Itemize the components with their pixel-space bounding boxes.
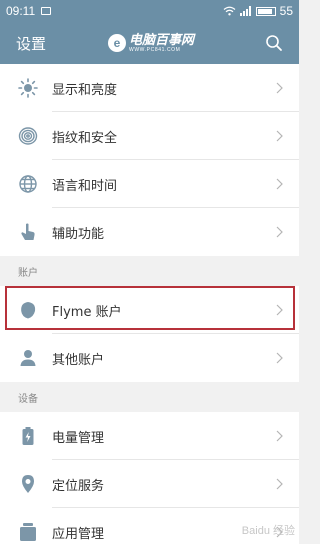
- logo-text: 电脑百事网: [129, 32, 195, 48]
- battery-level: 55: [279, 4, 293, 18]
- settings-item-flyme-account[interactable]: Flyme 账户: [0, 286, 299, 334]
- chevron-right-icon: [276, 226, 283, 238]
- settings-item-label: 应用管理: [52, 526, 105, 542]
- settings-item-label: 指纹和安全: [52, 130, 118, 146]
- battery-icon: [22, 427, 34, 445]
- chevron-right-icon: [276, 352, 283, 364]
- flyme-leaf-icon: [21, 302, 36, 319]
- chevron-right-icon: [276, 304, 283, 316]
- image-notification-icon: [41, 7, 52, 15]
- wifi-icon: [223, 6, 236, 16]
- chevron-right-icon: [276, 130, 283, 142]
- settings-item-label: 显示和亮度: [52, 82, 118, 98]
- chevron-right-icon: [276, 478, 283, 490]
- chevron-right-icon: [276, 178, 283, 190]
- signal-icon: [239, 6, 251, 16]
- settings-item-label: 电量管理: [52, 430, 105, 446]
- logo-mark: e: [108, 34, 126, 52]
- person-icon: [20, 350, 36, 366]
- brightness-icon: [18, 78, 38, 98]
- location-icon: [22, 475, 34, 493]
- settings-item-other-accounts[interactable]: 其他账户: [0, 334, 299, 382]
- battery-indicator-icon: [255, 6, 276, 16]
- settings-item-language[interactable]: 语言和时间: [0, 160, 299, 208]
- settings-item-location[interactable]: 定位服务: [0, 460, 299, 508]
- watermark: Baidu 经验: [241, 525, 295, 537]
- status-time: 09:11: [6, 4, 36, 18]
- settings-item-label: 语言和时间: [52, 178, 118, 194]
- section-title-accounts: 账户: [0, 256, 299, 286]
- chevron-right-icon: [276, 430, 283, 442]
- status-bar: 09:11 55: [0, 0, 299, 22]
- page-title: 设置: [16, 34, 47, 53]
- globe-icon: [19, 175, 37, 193]
- app-header: 设置 e 电脑百事网 WWW.PC841.COM: [0, 22, 299, 64]
- settings-item-label: 辅助功能: [52, 226, 105, 242]
- settings-item-fingerprint[interactable]: 指纹和安全: [0, 112, 299, 160]
- settings-item-power[interactable]: 电量管理: [0, 412, 299, 460]
- search-icon[interactable]: [265, 34, 283, 52]
- apps-icon: [20, 523, 36, 541]
- settings-item-label: 定位服务: [52, 478, 105, 494]
- settings-item-accessibility[interactable]: 辅助功能: [0, 208, 299, 256]
- settings-item-label: Flyme 账户: [52, 304, 122, 320]
- hand-icon: [21, 223, 35, 240]
- settings-item-display[interactable]: 显示和亮度: [0, 64, 299, 112]
- section-title-device: 设备: [0, 382, 299, 412]
- logo-subtext: WWW.PC841.COM: [129, 46, 181, 53]
- settings-item-label: 其他账户: [52, 352, 105, 368]
- fingerprint-icon: [18, 127, 38, 145]
- chevron-right-icon: [276, 82, 283, 94]
- site-logo: e 电脑百事网 WWW.PC841.COM: [108, 30, 194, 56]
